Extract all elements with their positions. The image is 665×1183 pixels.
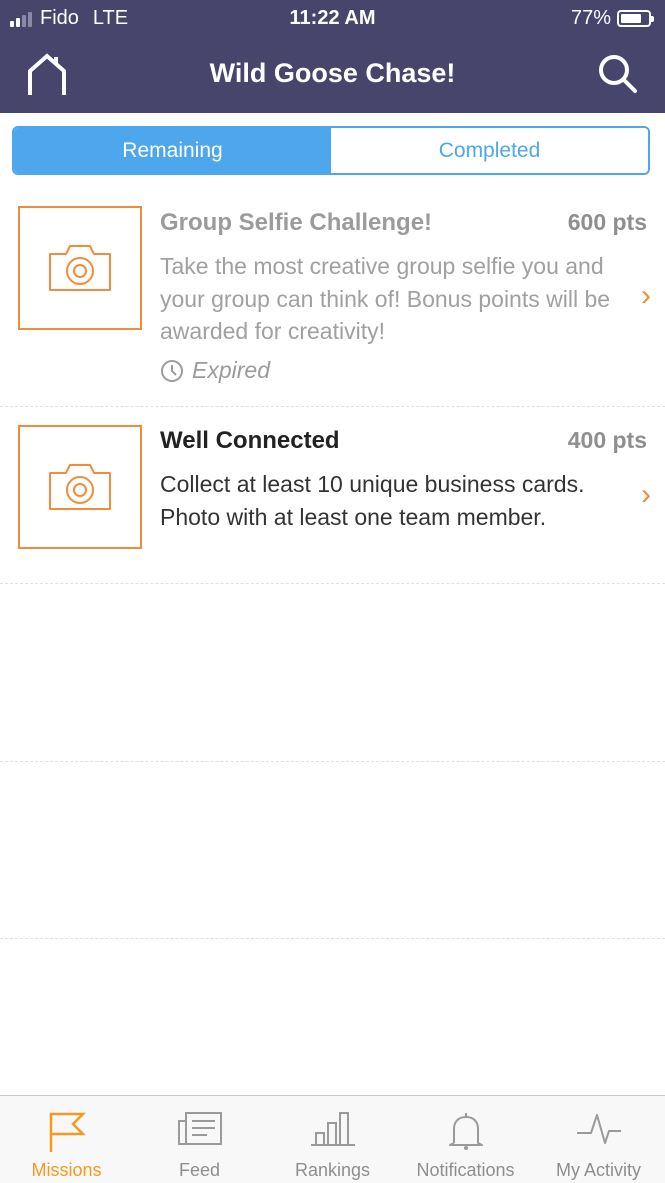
mission-status: Expired	[160, 357, 270, 384]
mission-title: Group Selfie Challenge!	[160, 209, 433, 236]
tab-label: Notifications	[416, 1160, 515, 1180]
tab-feed[interactable]: Feed	[133, 1096, 266, 1183]
expired-label: Expired	[192, 357, 270, 383]
bottom-tab-bar: Missions Feed Rankings Notifications My …	[0, 1095, 665, 1183]
tab-my-activity[interactable]: My Activity	[532, 1096, 665, 1183]
tab-label: Missions	[31, 1160, 102, 1180]
camera-icon	[49, 464, 111, 510]
chevron-right-icon: ›	[641, 478, 651, 511]
search-icon	[599, 55, 637, 93]
chevron-right-icon: ›	[641, 279, 651, 312]
status-bar: Fido LTE 11:22 AM 77%	[0, 0, 665, 38]
battery-icon	[617, 10, 654, 27]
bar-chart-icon	[310, 1112, 355, 1146]
divider	[0, 761, 665, 762]
mission-points: 600 pts	[567, 209, 647, 235]
mission-thumbnail	[18, 425, 142, 549]
activity-icon	[576, 1114, 621, 1144]
tab-rankings[interactable]: Rankings	[266, 1096, 399, 1183]
divider	[0, 938, 665, 939]
tab-label: My Activity	[555, 1160, 641, 1180]
battery-percent: 77%	[570, 7, 611, 29]
clock: 11:22 AM	[289, 7, 376, 29]
mission-title: Well Connected	[160, 427, 340, 454]
mission-points: 400 pts	[567, 427, 647, 453]
mission-filter-segmented-control: Remaining Completed	[12, 126, 650, 175]
divider	[0, 583, 665, 584]
tab-completed[interactable]: Completed	[331, 128, 648, 173]
app-header: Fido LTE 11:22 AM 77% Wild Goose Chase!	[0, 0, 665, 113]
camera-icon	[49, 245, 111, 291]
mission-description: Collect at least 10 unique business card…	[160, 471, 585, 530]
tab-missions[interactable]: Missions	[0, 1096, 133, 1183]
bell-icon	[448, 1113, 483, 1150]
mission-description: Take the most creative group selfie you …	[160, 253, 611, 344]
newspaper-icon	[177, 1112, 222, 1145]
search-button[interactable]	[597, 53, 639, 100]
navigation-bar: Wild Goose Chase!	[0, 40, 665, 112]
mission-item[interactable]: Group Selfie Challenge! 600 pts Take the…	[0, 195, 665, 407]
tab-label: Rankings	[294, 1160, 371, 1180]
flag-icon	[49, 1112, 86, 1152]
mission-item[interactable]: Well Connected 400 pts Collect at least …	[0, 407, 665, 583]
tab-remaining[interactable]: Remaining	[14, 128, 331, 173]
mission-thumbnail	[18, 206, 142, 330]
clock-icon	[161, 359, 183, 382]
tab-label: Feed	[178, 1160, 221, 1180]
page-title: Wild Goose Chase!	[209, 58, 456, 88]
tab-notifications[interactable]: Notifications	[399, 1096, 532, 1183]
